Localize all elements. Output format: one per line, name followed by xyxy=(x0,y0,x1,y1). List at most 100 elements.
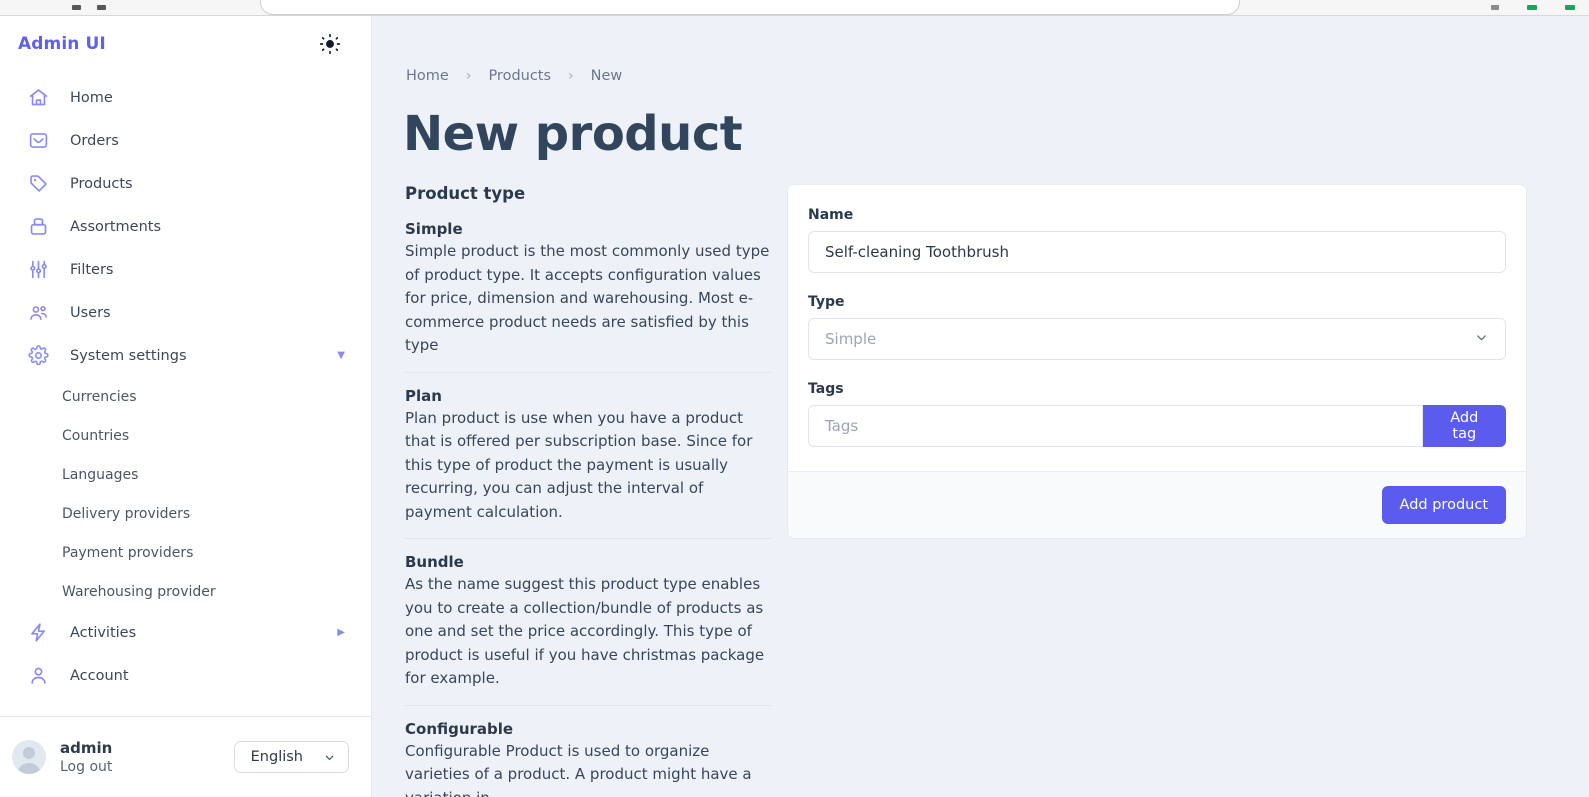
sidebar-footer: admin Log out English xyxy=(0,716,371,797)
avatar xyxy=(12,740,46,774)
sidebar-item-users[interactable]: Users xyxy=(0,291,371,334)
language-value: English xyxy=(250,749,303,765)
chevron-down-icon[interactable]: ▼ xyxy=(337,350,345,361)
info-block-configurable: Configurable Configurable Product is use… xyxy=(405,704,771,797)
inbox-icon xyxy=(26,129,50,153)
sidebar-nav: Home Orders Products Assortments Filters… xyxy=(0,72,371,716)
tags-label: Tags xyxy=(808,381,844,397)
sidebar-item-label: Products xyxy=(70,175,133,192)
gear-icon xyxy=(26,344,50,368)
breadcrumb-item-products[interactable]: Products xyxy=(488,68,551,84)
language-select[interactable]: English xyxy=(233,741,349,773)
chevron-down-icon xyxy=(325,755,334,760)
sidebar-subitem-label: Warehousing provider xyxy=(62,583,216,600)
page-title: New product xyxy=(403,106,743,162)
archive-icon xyxy=(26,215,50,239)
info-block-title: Configurable xyxy=(405,719,514,738)
app-brand[interactable]: Admin UI xyxy=(18,34,106,54)
add-product-button[interactable]: Add product xyxy=(1381,486,1506,524)
info-block-text: Simple product is the most commonly used… xyxy=(405,242,770,354)
info-block-title: Simple xyxy=(405,220,463,238)
breadcrumb-separator-icon: › xyxy=(568,68,574,84)
sidebar-item-home[interactable]: Home xyxy=(0,76,371,119)
sidebar-subitem-warehousing-provider[interactable]: Warehousing provider xyxy=(0,572,371,611)
tag-icon xyxy=(26,172,50,196)
breadcrumb: Home › Products › New xyxy=(372,16,1589,84)
sidebar-item-filters[interactable]: Filters xyxy=(0,248,371,291)
users-icon xyxy=(26,301,50,325)
info-block-text: Configurable Product is used to organize… xyxy=(405,741,752,797)
tags-input-row: Add tag xyxy=(808,405,1506,447)
user-icon xyxy=(26,664,50,688)
sidebar-item-account[interactable]: Account xyxy=(0,654,371,697)
product-type-info: Product type Simple Simple product is th… xyxy=(405,184,771,797)
sidebar-subitem-languages[interactable]: Languages xyxy=(0,455,371,494)
breadcrumb-separator-icon: › xyxy=(465,68,472,84)
sidebar-item-label: Users xyxy=(70,304,111,321)
browser-back-icon[interactable] xyxy=(72,5,81,10)
chevron-right-icon[interactable]: ▶ xyxy=(337,627,345,638)
browser-reload-icon[interactable] xyxy=(97,5,106,10)
user-name: admin xyxy=(60,739,113,757)
type-label: Type xyxy=(808,294,845,310)
sidebar-item-label: System settings xyxy=(70,347,187,364)
browser-chrome-strip xyxy=(0,0,1589,16)
type-select[interactable]: Simple xyxy=(808,318,1506,360)
sidebar-item-label: Orders xyxy=(70,132,119,149)
breadcrumb-item-home[interactable]: Home xyxy=(406,68,449,84)
sidebar-item-label: Home xyxy=(70,89,113,106)
sidebar-subitem-countries[interactable]: Countries xyxy=(0,416,371,455)
sidebar-subitem-label: Delivery providers xyxy=(62,505,191,522)
content-area: Product type Simple Simple product is th… xyxy=(372,184,1589,797)
info-block-simple: Simple Simple product is the most common… xyxy=(405,220,771,372)
browser-profile-icon[interactable] xyxy=(1527,5,1537,10)
field-name: Name xyxy=(808,207,1506,273)
form-body: Name Type Simple Tags xyxy=(788,185,1526,471)
info-block-plan: Plan Plan product is use when you have a… xyxy=(405,371,771,539)
sidebar-item-label: Activities xyxy=(70,624,137,641)
browser-toolbar-icons xyxy=(1491,5,1575,10)
sidebar-subitem-delivery-providers[interactable]: Delivery providers xyxy=(0,494,371,533)
sidebar-item-orders[interactable]: Orders xyxy=(0,119,371,162)
sidebar-item-label: Filters xyxy=(70,261,114,278)
sidebar-subitem-label: Payment providers xyxy=(62,544,194,561)
sidebar-item-label: Account xyxy=(70,667,129,684)
sidebar-subitem-label: Languages xyxy=(62,466,139,483)
sun-icon[interactable] xyxy=(317,31,343,57)
bolt-icon xyxy=(26,621,50,645)
add-tag-button[interactable]: Add tag xyxy=(1422,405,1506,447)
info-block-text: Plan product is use when you have a prod… xyxy=(405,408,753,521)
field-type: Type Simple xyxy=(808,294,1506,360)
sidebar-item-activities[interactable]: Activities ▶ xyxy=(0,611,371,654)
info-block-title: Bundle xyxy=(405,553,464,571)
info-block-title: Plan xyxy=(405,386,442,405)
sidebar-item-label: Assortments xyxy=(70,218,162,235)
sidebar: Admin UI Home Orders Products Assortment… xyxy=(0,16,372,797)
logout-link[interactable]: Log out xyxy=(60,759,112,775)
breadcrumb-item-new: New xyxy=(590,68,623,84)
new-product-form: Name Type Simple Tags xyxy=(787,184,1527,539)
sidebar-subitem-currencies[interactable]: Currencies xyxy=(0,377,371,416)
user-info: admin Log out xyxy=(60,739,112,775)
home-icon xyxy=(26,86,50,110)
tags-input[interactable] xyxy=(808,405,1423,447)
app-root: Admin UI Home Orders Products Assortment… xyxy=(0,0,1589,797)
info-block-bundle: Bundle As the name suggest this product … xyxy=(405,538,771,705)
info-block-text: As the name suggest this product type en… xyxy=(405,575,765,687)
sidebar-header: Admin UI xyxy=(0,16,371,72)
sidebar-subitem-payment-providers[interactable]: Payment providers xyxy=(0,533,371,572)
sidebar-item-system-settings[interactable]: System settings ▼ xyxy=(0,334,371,377)
browser-address-bar[interactable] xyxy=(260,0,1240,15)
main-content: Home › Products › New New product Produc… xyxy=(372,16,1589,797)
name-input[interactable] xyxy=(808,231,1506,273)
browser-nav-controls xyxy=(72,5,106,10)
sidebar-item-products[interactable]: Products xyxy=(0,162,371,205)
sidebar-item-assortments[interactable]: Assortments xyxy=(0,205,371,248)
sidebar-subitem-label: Currencies xyxy=(62,388,137,405)
info-heading: Product type xyxy=(405,184,526,203)
browser-menu-icon[interactable] xyxy=(1565,5,1575,10)
chevron-down-icon xyxy=(1474,330,1489,349)
field-tags: Tags Add tag xyxy=(808,381,1506,447)
browser-extension-icon[interactable] xyxy=(1491,5,1499,10)
type-select-value: Simple xyxy=(825,330,877,348)
